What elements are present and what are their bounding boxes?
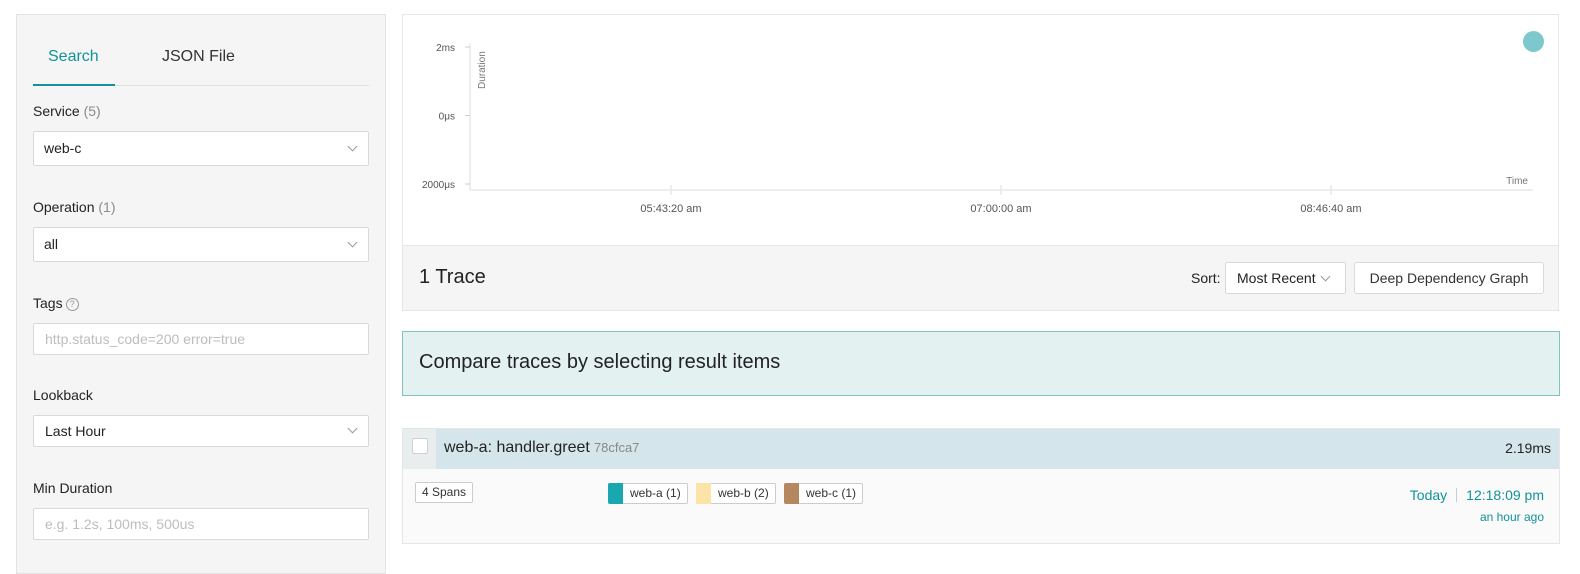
chevron-down-icon [347,423,358,434]
sort-value: Most Recent [1237,270,1316,286]
trace-start-time: Today 12:18:09 pm [1410,487,1544,503]
compare-banner: Compare traces by selecting result items [402,331,1560,396]
lookback-select[interactable]: Last Hour [33,415,369,447]
trace-scatter-plot: 2ms 0μs 2000μs 05:43:20 am 07:00:00 am 08:46… [402,14,1559,246]
legend-dot [1523,31,1544,52]
chevron-down-icon [347,237,358,248]
trace-title[interactable]: web-a: handler.greet 78cfca7 [444,439,639,457]
tab-search[interactable]: Search [48,48,99,66]
x-tick-label: 07:00:00 am [970,203,1031,215]
results-header: 1 Trace Sort: Most Recent Deep Dependenc… [402,245,1559,311]
service-tag-web-c: web-c (1) [784,483,864,504]
trace-time: 12:18:09 pm [1466,487,1544,503]
y-tick-label: 0μs [439,112,455,123]
x-tick-label: 05:43:20 am [640,203,701,215]
trace-relative-time: an hour ago [1479,510,1544,524]
y-tick-label: 2000μs [422,180,455,191]
search-sidebar: Search JSON File Service (5) web-c Opera… [16,14,386,574]
sort-select[interactable]: Most Recent [1225,262,1346,294]
trace-select-cell [403,429,436,469]
span-count-badge: 4 Spans [415,482,474,503]
search-tabs: Search JSON File [33,15,369,86]
y-tick-label: 2ms [436,43,455,54]
trace-day: Today [1409,487,1448,503]
service-select[interactable]: web-c [33,131,369,166]
x-tick-label: 08:46:40 am [1300,203,1361,215]
operation-count: (1) [98,199,116,215]
lookback-label: Lookback [33,387,93,403]
service-count: (5) [83,103,101,119]
y-axis-label: Duration [477,51,488,89]
operation-value: all [44,236,59,252]
service-tag-web-b: web-b (2) [696,483,776,504]
y-axis-ticks: 2ms 0μs 2000μs [422,43,470,191]
tags-label: Tags? [33,295,79,311]
operation-select[interactable]: all [33,227,369,262]
x-axis-label: Time [1506,176,1528,187]
lookback-value: Last Hour [45,423,106,439]
min-duration-label: Min Duration [33,480,113,496]
trace-select-checkbox[interactable] [412,438,428,454]
chevron-down-icon [347,141,358,152]
min-duration-input[interactable] [33,508,369,540]
trace-title-row[interactable]: web-a: handler.greet 78cfca7 2.19ms [403,429,1559,469]
sort-label: Sort: [1191,270,1221,286]
trace-duration: 2.19ms [1505,440,1551,456]
trace-result-item[interactable]: web-a: handler.greet 78cfca7 2.19ms 4 Spa… [402,428,1560,544]
active-tab-indicator [33,84,115,86]
tab-json-file[interactable]: JSON File [162,48,235,66]
compare-banner-text: Compare traces by selecting result items [419,351,781,373]
trace-count: 1 Trace [419,266,486,288]
service-value: web-c [44,140,82,156]
tags-input[interactable] [33,323,369,355]
chevron-down-icon [1320,271,1331,282]
question-circle-icon[interactable]: ? [65,298,79,311]
service-color-swatch [696,483,711,504]
service-tag-web-a: web-a (1) [608,483,688,504]
service-color-swatch [608,483,623,504]
deep-dependency-graph-button[interactable]: Deep Dependency Graph [1354,262,1544,294]
scatter-plot-svg: 2ms 0μs 2000μs 05:43:20 am 07:00:00 am 08:46… [422,43,1533,215]
service-color-swatch [784,483,799,504]
operation-label: Operation (1) [33,199,116,215]
trace-id: 78cfca7 [593,440,640,455]
service-label: Service (5) [33,103,101,119]
